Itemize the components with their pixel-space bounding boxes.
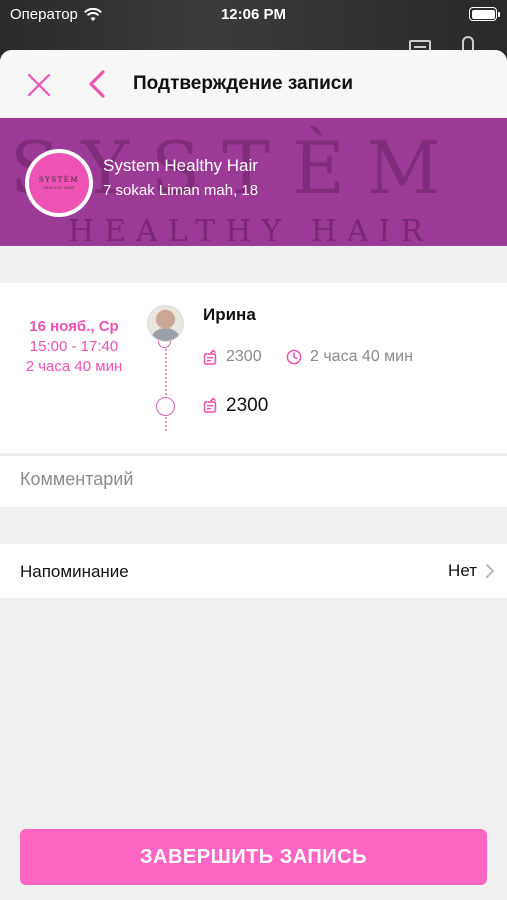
appointment-card: 16 нояб., Ср 15:00 - 17:40 2 часа 40 мин… <box>0 283 507 453</box>
page-title: Подтверждение записи <box>133 73 353 94</box>
logo-text: SYSTÈM <box>38 176 80 184</box>
reminder-value: Нет <box>448 561 477 580</box>
price-tag-icon <box>203 349 217 365</box>
salon-address: 7 sokak Liman mah, 18 <box>103 182 259 199</box>
service-price: 2300 <box>226 348 262 365</box>
chevron-left-icon <box>89 70 105 98</box>
appointment-datetime: 16 нояб., Ср 15:00 - 17:40 2 часа 40 мин <box>18 317 130 377</box>
confirmation-sheet: Подтверждение записи SYSTÈM HEALTHY HAIR… <box>0 50 507 900</box>
reminder-row[interactable]: Напоминание Нет <box>0 544 507 598</box>
timeline-dot-end <box>156 397 175 416</box>
close-button[interactable] <box>24 70 54 100</box>
master-avatar <box>147 305 184 342</box>
appointment-duration: 2 часа 40 мин <box>25 358 123 375</box>
salon-name: System Healthy Hair <box>103 156 258 175</box>
banner-brand-subtext: HEALTHY HAIR <box>68 214 433 246</box>
total-price: 2300 <box>226 395 269 416</box>
logo-subtext: HEALTHY HAIR <box>43 186 75 190</box>
salon-banner[interactable]: SYSTÈM HEALTHY HAIR SYSTÈM HEALTHY HAIR … <box>0 118 507 246</box>
total-price-icon <box>203 397 217 413</box>
master-name: Ирина <box>203 305 256 324</box>
nav-bar: Подтверждение записи <box>0 50 507 117</box>
battery-icon <box>469 7 500 21</box>
timeline-line <box>165 341 167 431</box>
salon-logo: SYSTÈM HEALTHY HAIR <box>25 149 93 217</box>
finish-booking-button[interactable]: ЗАВЕРШИТЬ ЗАПИСЬ <box>20 829 487 885</box>
reminder-label: Напоминание <box>20 562 129 581</box>
appointment-date: 16 нояб., Ср <box>29 318 119 335</box>
appointment-time-range: 15:00 - 17:40 <box>29 338 119 355</box>
close-icon <box>27 73 51 97</box>
chevron-right-icon <box>486 564 495 578</box>
comment-input[interactable] <box>20 469 480 490</box>
status-time: 12:06 PM <box>220 6 287 23</box>
service-duration: 2 часа 40 мин <box>310 348 413 365</box>
clock-icon <box>286 349 302 365</box>
comment-section <box>0 455 507 507</box>
status-bar: Оператор 12:06 PM <box>0 0 507 30</box>
back-button[interactable] <box>85 68 109 100</box>
